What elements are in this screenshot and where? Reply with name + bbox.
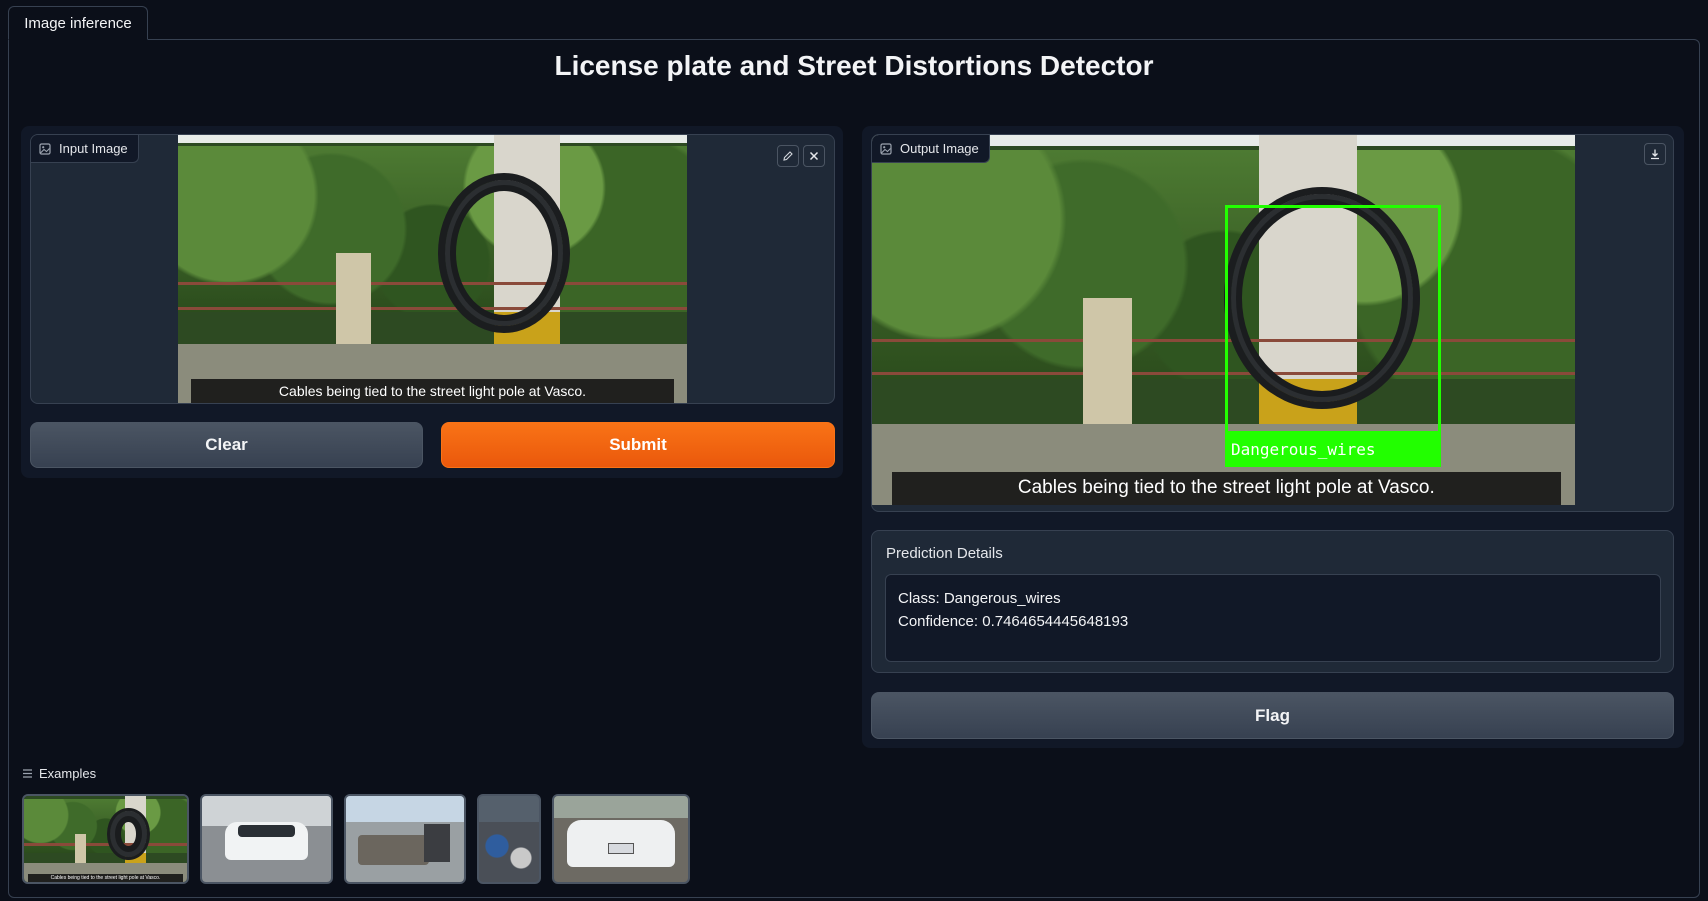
input-image-label: Input Image	[31, 135, 139, 163]
close-icon	[809, 151, 819, 161]
page-title: License plate and Street Distortions Det…	[554, 50, 1154, 81]
input-image-caption: Cables being tied to the street light po…	[190, 378, 675, 403]
output-image-caption: Cables being tied to the street light po…	[891, 471, 1561, 505]
download-icon	[1651, 149, 1659, 160]
pencil-icon	[783, 151, 793, 161]
input-image: Cables being tied to the street light po…	[178, 135, 687, 403]
submit-button[interactable]: Submit	[441, 422, 835, 468]
clear-button[interactable]: Clear	[30, 422, 423, 468]
prediction-class: Class: Dangerous_wires	[898, 590, 1061, 607]
prediction-confidence: Confidence: 0.7464654445648193	[898, 613, 1129, 630]
example-thumb-car-suv[interactable]	[200, 794, 333, 884]
flag-button[interactable]: Flag	[871, 692, 1674, 739]
image-icon	[39, 142, 51, 155]
input-image-label-text: Input Image	[59, 141, 128, 156]
download-button[interactable]	[1644, 143, 1666, 165]
prediction-details-title: Prediction Details	[886, 545, 1003, 562]
example-thumb-street-garbage[interactable]	[344, 794, 466, 884]
output-image-box: Output Image Dangerous_wires Cables bein…	[871, 134, 1674, 512]
example-thumb-trash-pile[interactable]	[477, 794, 541, 884]
detection-label: Dangerous_wires	[1225, 431, 1441, 467]
examples-label-text: Examples	[39, 766, 97, 781]
edit-button[interactable]	[777, 145, 799, 167]
examples-label: Examples	[22, 766, 96, 781]
prediction-details-box: Prediction Details Class: Dangerous_wire…	[871, 530, 1674, 673]
output-image-label-text: Output Image	[900, 141, 979, 156]
remove-image-button[interactable]	[803, 145, 825, 167]
output-image-label: Output Image	[872, 135, 990, 163]
example-thumb-caption: Cables being tied to the street light po…	[28, 874, 183, 882]
tab-image-inference[interactable]: Image inference	[8, 6, 148, 40]
input-image-box[interactable]: Input Image Cables being tied to the str…	[30, 134, 835, 404]
prediction-details-text: Class: Dangerous_wires Confidence: 0.746…	[885, 574, 1661, 662]
example-thumb-car-sedan[interactable]	[552, 794, 690, 884]
example-thumb-wires[interactable]: Cables being tied to the street light po…	[22, 794, 189, 884]
output-image: Dangerous_wires Cables being tied to the…	[872, 135, 1575, 505]
image-icon	[880, 142, 892, 155]
list-icon	[23, 769, 32, 778]
detection-box	[1225, 205, 1441, 443]
